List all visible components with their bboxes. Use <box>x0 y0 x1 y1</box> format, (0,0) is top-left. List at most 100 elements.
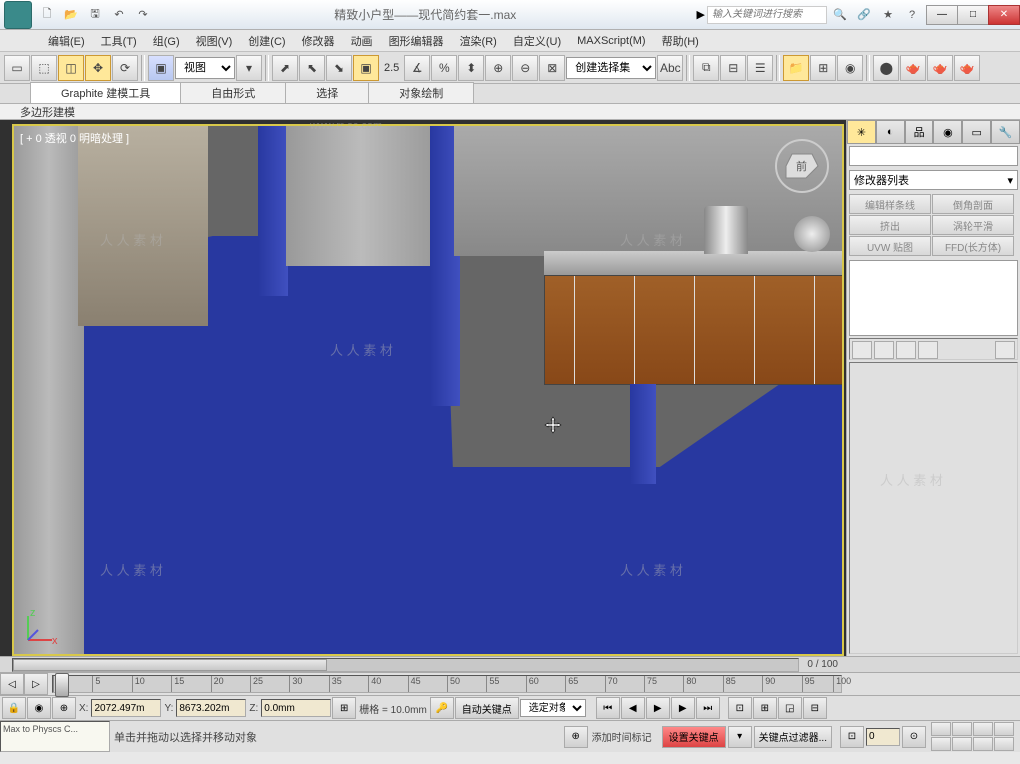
play-button[interactable]: ▶ <box>646 697 670 719</box>
material-button[interactable]: ◉ <box>837 55 863 81</box>
binoculars-icon[interactable]: 🔍 <box>829 4 851 26</box>
menu-group[interactable]: 组(G) <box>145 31 188 51</box>
menu-rendering[interactable]: 渲染(R) <box>452 31 505 51</box>
selected-combo[interactable]: 选定对象 <box>520 699 586 717</box>
menu-maxscript[interactable]: MAXScript(M) <box>569 33 653 49</box>
grid-button[interactable]: ⊞ <box>332 697 356 719</box>
key-icon[interactable]: 🔑 <box>430 697 454 719</box>
align2-button[interactable]: ⊟ <box>720 55 746 81</box>
redo-button[interactable]: ↷ <box>132 4 154 26</box>
menu-customize[interactable]: 自定义(U) <box>505 31 569 51</box>
ribbon-tab-freeform[interactable]: 自由形式 <box>180 82 286 103</box>
help-search-input[interactable] <box>707 6 827 24</box>
hscroll-track[interactable] <box>12 658 799 672</box>
select-region-button[interactable]: ⬚ <box>31 55 57 81</box>
edit-named-button[interactable]: ⊕ <box>485 55 511 81</box>
rendered-frame-button[interactable]: 🫖 <box>900 55 926 81</box>
menu-tools[interactable]: 工具(T) <box>93 31 145 51</box>
current-frame-field[interactable]: 0 <box>866 728 900 746</box>
next-frame-button[interactable]: ▶ <box>671 697 695 719</box>
select-rotate-button[interactable]: ⟳ <box>112 55 138 81</box>
menu-create[interactable]: 创建(C) <box>240 31 293 51</box>
time-slider-thumb[interactable] <box>55 673 69 697</box>
menu-grapheditors[interactable]: 图形编辑器 <box>381 31 452 51</box>
layers-button[interactable]: ☰ <box>747 55 773 81</box>
menu-edit[interactable]: 编辑(E) <box>40 31 93 51</box>
maxscript-mini-listener[interactable]: Max to Physcs C... <box>0 721 110 752</box>
select-scale-button[interactable]: ▣ <box>148 55 174 81</box>
mod-ffdbox-button[interactable]: FFD(长方体) <box>932 236 1014 256</box>
unlink-button[interactable]: ⬉ <box>299 55 325 81</box>
create-tab[interactable]: ✳ <box>847 120 876 144</box>
absolute-button[interactable]: ⊕ <box>52 697 76 719</box>
show-end-button[interactable] <box>874 341 894 359</box>
x-coord-field[interactable]: 2072.497m <box>91 699 161 717</box>
viewport-nav1-button[interactable]: ⊡ <box>728 697 752 719</box>
y-coord-field[interactable]: 8673.202m <box>176 699 246 717</box>
ribbon-tab-selection[interactable]: 选择 <box>285 82 369 103</box>
percent-snap-button[interactable]: % <box>431 55 457 81</box>
menu-views[interactable]: 视图(V) <box>188 31 241 51</box>
mod-editspline-button[interactable]: 编辑样条线 <box>849 194 931 214</box>
time-slider[interactable]: 0 5 10 15 20 25 30 35 40 45 50 55 60 65 … <box>52 675 842 693</box>
time-config-button[interactable]: ⊙ <box>902 726 926 748</box>
timeline-prev-button[interactable]: ◁ <box>0 673 24 695</box>
remove-mod-button[interactable] <box>918 341 938 359</box>
modifier-list-combo[interactable]: 修改器列表 ▾ <box>849 170 1018 190</box>
close-button[interactable]: ✕ <box>988 5 1020 25</box>
viewport-nav2-button[interactable]: ⊞ <box>753 697 777 719</box>
viewport-nav3-button[interactable]: ◲ <box>778 697 802 719</box>
prev-frame-button[interactable]: ◀ <box>621 697 645 719</box>
use-center-button[interactable]: ▾ <box>236 55 262 81</box>
viewport-nav4-button[interactable]: ⊟ <box>803 697 827 719</box>
menu-modifiers[interactable]: 修改器 <box>294 31 343 51</box>
menu-animation[interactable]: 动画 <box>343 31 381 51</box>
select-window-button[interactable]: ◫ <box>58 55 84 81</box>
mod-extrude-button[interactable]: 挤出 <box>849 215 931 235</box>
orbit-button[interactable] <box>952 737 972 751</box>
viewport-label[interactable]: [ + 0 透视 0 明暗处理 ] <box>20 130 129 146</box>
angle-snap-button[interactable]: ∡ <box>404 55 430 81</box>
ribbon-tab-graphite[interactable]: Graphite 建模工具 <box>30 82 181 103</box>
align-button[interactable]: ⊠ <box>539 55 565 81</box>
motion-tab[interactable]: ◉ <box>933 120 962 144</box>
modifier-stack[interactable] <box>849 260 1018 336</box>
curve-editor-button[interactable]: 📁 <box>783 55 809 81</box>
goto-end-button[interactable]: ⏭ <box>696 697 720 719</box>
zoom-ext-button[interactable] <box>931 737 951 751</box>
utilities-tab[interactable]: 🔧 <box>991 120 1020 144</box>
pan-button[interactable] <box>931 722 951 736</box>
pin-stack-button[interactable] <box>852 341 872 359</box>
select-lock-button[interactable]: ◉ <box>27 697 51 719</box>
render-setup-button[interactable]: ⬤ <box>873 55 899 81</box>
select-object-button[interactable]: ▭ <box>4 55 30 81</box>
bind-button[interactable]: ⬊ <box>326 55 352 81</box>
lock-button[interactable]: 🔒 <box>2 697 26 719</box>
save-button[interactable]: 🖫 <box>84 4 106 26</box>
z-coord-field[interactable]: 0.0mm <box>261 699 331 717</box>
configure-sets-button[interactable] <box>995 341 1015 359</box>
zoom-all-button[interactable] <box>994 722 1014 736</box>
zoom-button[interactable] <box>952 722 972 736</box>
rollout-area[interactable] <box>849 362 1018 654</box>
menu-help[interactable]: 帮助(H) <box>654 31 707 51</box>
schematic-button[interactable]: ⊞ <box>810 55 836 81</box>
favorite-icon[interactable]: ★ <box>877 4 899 26</box>
goto-start-button[interactable]: ⏮ <box>596 697 620 719</box>
keyfilter-icon[interactable]: ▾ <box>728 726 752 748</box>
render-prod-button[interactable]: 🫖 <box>954 55 980 81</box>
spinner-snap-button[interactable]: ⬍ <box>458 55 484 81</box>
key-mode-button[interactable]: ⊡ <box>840 726 864 748</box>
maximize-button[interactable]: □ <box>957 5 989 25</box>
abc-button[interactable]: Abc <box>657 55 683 81</box>
mirror2-button[interactable]: ⧉ <box>693 55 719 81</box>
timeline-next-button[interactable]: ▷ <box>24 673 48 695</box>
ribbon-tab-objectpaint[interactable]: 对象绘制 <box>368 82 474 103</box>
viewcube-icon[interactable]: 前 <box>772 136 832 196</box>
render-button[interactable]: 🫖 <box>927 55 953 81</box>
link-icon[interactable]: 🔗 <box>853 4 875 26</box>
mod-turbosmooth-button[interactable]: 涡轮平滑 <box>932 215 1014 235</box>
display-tab[interactable]: ▭ <box>962 120 991 144</box>
ref-coord-combo[interactable]: 视图 <box>175 57 235 79</box>
named-selection-combo[interactable]: 创建选择集 <box>566 57 656 79</box>
